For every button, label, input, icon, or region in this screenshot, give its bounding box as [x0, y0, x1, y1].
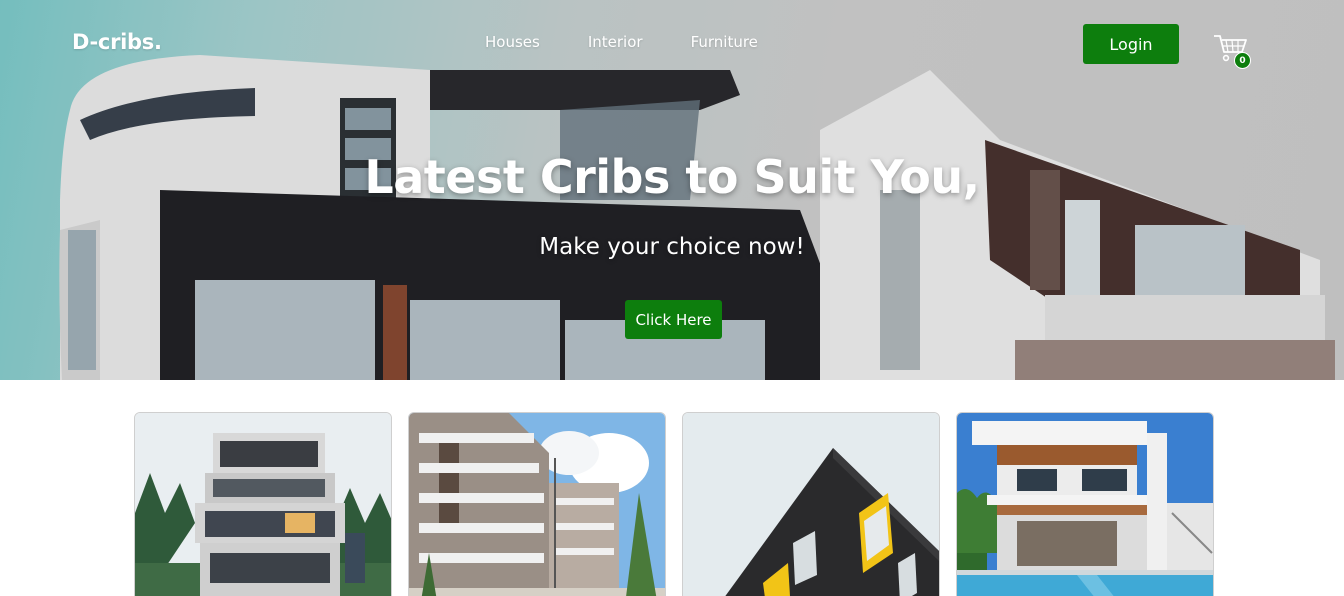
hero-subtitle: Make your choice now!: [539, 234, 805, 260]
login-button[interactable]: Login: [1083, 24, 1179, 64]
nav-item-interior[interactable]: Interior: [588, 33, 643, 51]
property-image-apartments: [409, 413, 665, 596]
hero-title: Latest Cribs to Suit You,: [364, 150, 980, 204]
property-image-corner-building: [683, 413, 939, 596]
property-image-modern-house: [135, 413, 391, 596]
property-card-1[interactable]: [134, 412, 392, 596]
cart-button[interactable]: 0: [1212, 32, 1252, 69]
click-here-button[interactable]: Click Here: [625, 300, 722, 339]
property-card-4[interactable]: [956, 412, 1214, 596]
cart-count-badge: 0: [1234, 52, 1251, 69]
main-nav: Houses Interior Furniture: [485, 33, 758, 51]
nav-item-furniture[interactable]: Furniture: [691, 33, 758, 51]
nav-item-houses[interactable]: Houses: [485, 33, 540, 51]
property-card-3[interactable]: [682, 412, 940, 596]
property-image-villa-pool: [957, 413, 1213, 596]
hero-banner: D-cribs. Houses Interior Furniture Login…: [0, 0, 1344, 380]
brand-logo[interactable]: D-cribs.: [72, 30, 162, 54]
property-card-2[interactable]: [408, 412, 666, 596]
property-cards: [134, 412, 1214, 596]
